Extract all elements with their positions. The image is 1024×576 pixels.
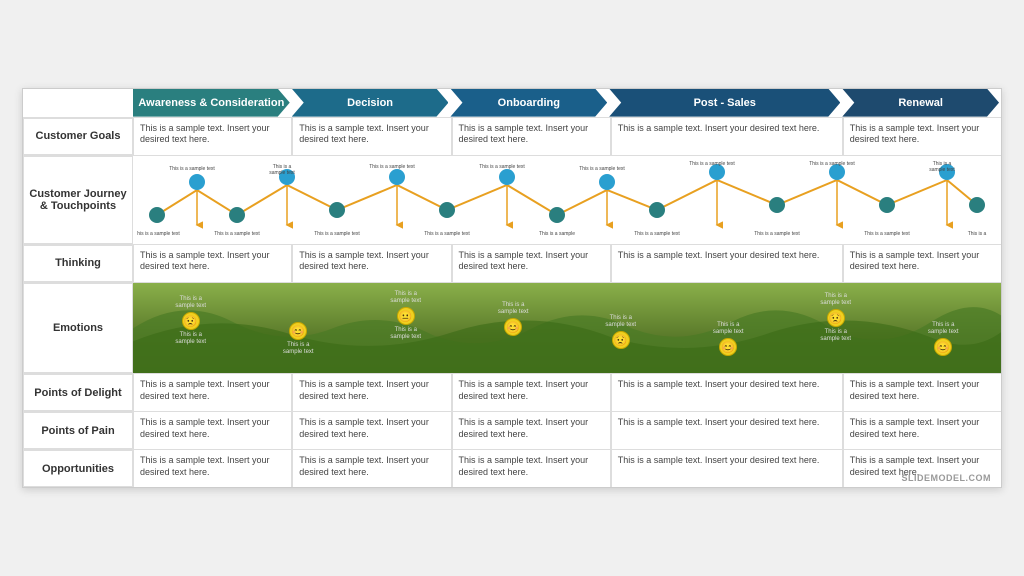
delight-cells: This is a sample text. Insert your desir… <box>133 374 1001 411</box>
row-label-thinking: Thinking <box>23 245 133 282</box>
header-row: Awareness & Consideration Decision Onboa… <box>23 89 1001 117</box>
svg-text:This is a sample text: This is a sample text <box>424 231 470 237</box>
cell-thinking-4: This is a sample text. Insert your desir… <box>843 245 1001 282</box>
cell-thinking-1: This is a sample text. Insert your desir… <box>292 245 451 282</box>
phase-postsales: Post - Sales <box>609 89 840 117</box>
cell-goals-3: This is a sample text. Insert your desir… <box>611 118 843 155</box>
row-opportunities: Opportunities This is a sample text. Ins… <box>23 449 1001 487</box>
cell-opp-0: This is a sample text. Insert your desir… <box>133 450 292 487</box>
cell-opp-2: This is a sample text. Insert your desir… <box>452 450 611 487</box>
svg-text:This is a sample text: This is a sample text <box>314 231 360 237</box>
svg-text:This is a sample: This is a sample <box>539 231 575 237</box>
emotion-face-happy-1: 😊 <box>289 322 307 340</box>
cell-thinking-2: This is a sample text. Insert your desir… <box>452 245 611 282</box>
svg-text:This is a sample text: This is a sample text <box>369 164 415 170</box>
svg-text:This is a sample text: This is a sample text <box>809 161 855 167</box>
svg-text:This is a sample text: This is a sample text <box>479 164 525 170</box>
row-label-customer-goals: Customer Goals <box>23 118 133 155</box>
journey-svg: This is a sample text This is a sample t… <box>137 160 997 240</box>
row-label-pain: Points of Pain <box>23 412 133 449</box>
svg-text:sample text: sample text <box>269 170 295 176</box>
phase-label: Awareness & Consideration <box>138 97 284 109</box>
cell-delight-1: This is a sample text. Insert your desir… <box>292 374 451 411</box>
row-points-delight: Points of Delight This is a sample text.… <box>23 373 1001 411</box>
svg-text:This is a sample text: This is a sample text <box>169 166 215 172</box>
cell-goals-2: This is a sample text. Insert your desir… <box>452 118 611 155</box>
emotion-face-happy-2: 😊 <box>719 338 737 356</box>
row-label-emotions: Emotions <box>23 283 133 374</box>
phase-label: Post - Sales <box>694 97 756 109</box>
cell-thinking-3: This is a sample text. Insert your desir… <box>611 245 843 282</box>
row-points-pain: Points of Pain This is a sample text. In… <box>23 411 1001 449</box>
svg-text:This is a sample text: This is a sample text <box>864 231 910 237</box>
slide-container: Awareness & Consideration Decision Onboa… <box>22 88 1002 489</box>
row-thinking: Thinking This is a sample text. Insert y… <box>23 244 1001 282</box>
journey-content: This is a sample text This is a sample t… <box>133 156 1001 244</box>
cell-pain-0: This is a sample text. Insert your desir… <box>133 412 292 449</box>
row-customer-goals: Customer Goals This is a sample text. In… <box>23 117 1001 155</box>
phase-onboarding: Onboarding <box>450 89 607 117</box>
cell-delight-0: This is a sample text. Insert your desir… <box>133 374 292 411</box>
phase-label: Decision <box>347 97 393 109</box>
cell-goals-1: This is a sample text. Insert your desir… <box>292 118 451 155</box>
face-col-3: This is a sample text 😐 This is a sample… <box>386 291 426 342</box>
emotion-face-sad-3: 😟 <box>612 331 630 349</box>
svg-text:This is a sample text: This is a sample text <box>634 231 680 237</box>
row-label-journey: Customer Journey & Touchpoints <box>23 156 133 244</box>
svg-text:This is a sample text: This is a sample text <box>137 231 180 237</box>
face-col-6: This is a sample text 😊 <box>708 322 748 356</box>
row-label-opportunities: Opportunities <box>23 450 133 487</box>
emotion-face-sad-1: 😟 <box>182 312 200 330</box>
face-col-4: This is a sample text 😊 <box>493 302 533 336</box>
row-emotions: Emotions This is a sample text 😟 This is… <box>23 282 1001 374</box>
row-label-delight: Points of Delight <box>23 374 133 411</box>
cell-pain-4: This is a sample text. Insert your desir… <box>843 412 1001 449</box>
header-empty-cell <box>23 89 133 117</box>
cell-delight-2: This is a sample text. Insert your desir… <box>452 374 611 411</box>
svg-text:This is a sample text: This is a sample text <box>754 231 800 237</box>
cell-pain-2: This is a sample text. Insert your desir… <box>452 412 611 449</box>
phase-headers: Awareness & Consideration Decision Onboa… <box>133 89 1001 117</box>
emotion-face-sad-2: 😐 <box>397 307 415 325</box>
svg-text:This is a: This is a <box>968 231 987 237</box>
phase-decision: Decision <box>292 89 449 117</box>
emotion-face-happy-3: 😊 <box>934 338 952 356</box>
svg-text:This is a sample text: This is a sample text <box>689 161 735 167</box>
pain-cells: This is a sample text. Insert your desir… <box>133 412 1001 449</box>
phase-awareness: Awareness & Consideration <box>133 89 290 117</box>
cell-delight-3: This is a sample text. Insert your desir… <box>611 374 843 411</box>
thinking-cells: This is a sample text. Insert your desir… <box>133 245 1001 282</box>
cell-opp-3: This is a sample text. Insert your desir… <box>611 450 843 487</box>
emotions-faces: This is a sample text 😟 This is a sample… <box>137 291 997 366</box>
opportunities-cells: This is a sample text. Insert your desir… <box>133 450 1001 487</box>
phase-label: Onboarding <box>498 97 560 109</box>
face-col-1: This is a sample text 😟 This is a sample… <box>171 296 211 347</box>
row-journey: Customer Journey & Touchpoints <box>23 155 1001 244</box>
svg-text:This is a sample text: This is a sample text <box>579 166 625 172</box>
cell-goals-0: This is a sample text. Insert your desir… <box>133 118 292 155</box>
face-col-8: This is a sample text 😊 <box>923 322 963 356</box>
cell-goals-4: This is a sample text. Insert your desir… <box>843 118 1001 155</box>
svg-text:sample text: sample text <box>929 167 955 173</box>
cell-opp-1: This is a sample text. Insert your desir… <box>292 450 451 487</box>
emotions-content: This is a sample text 😟 This is a sample… <box>133 283 1001 374</box>
watermark: SLIDEMODEL.COM <box>902 473 992 483</box>
cell-thinking-0: This is a sample text. Insert your desir… <box>133 245 292 282</box>
face-col-2: 😊 This is a sample text <box>278 322 318 356</box>
cell-delight-4: This is a sample text. Insert your desir… <box>843 374 1001 411</box>
face-col-5: This is a sample text 😟 <box>601 315 641 349</box>
phase-label: Renewal <box>898 97 943 109</box>
cell-pain-1: This is a sample text. Insert your desir… <box>292 412 451 449</box>
face-col-7: This is a sample text 😟 This is a sample… <box>816 293 856 344</box>
customer-goals-cells: This is a sample text. Insert your desir… <box>133 118 1001 155</box>
svg-text:This is a sample text: This is a sample text <box>214 231 260 237</box>
cell-pain-3: This is a sample text. Insert your desir… <box>611 412 843 449</box>
phase-renewal: Renewal <box>842 89 999 117</box>
emotion-face-neutral: 😊 <box>504 318 522 336</box>
emotion-face-sad-4: 😟 <box>827 309 845 327</box>
